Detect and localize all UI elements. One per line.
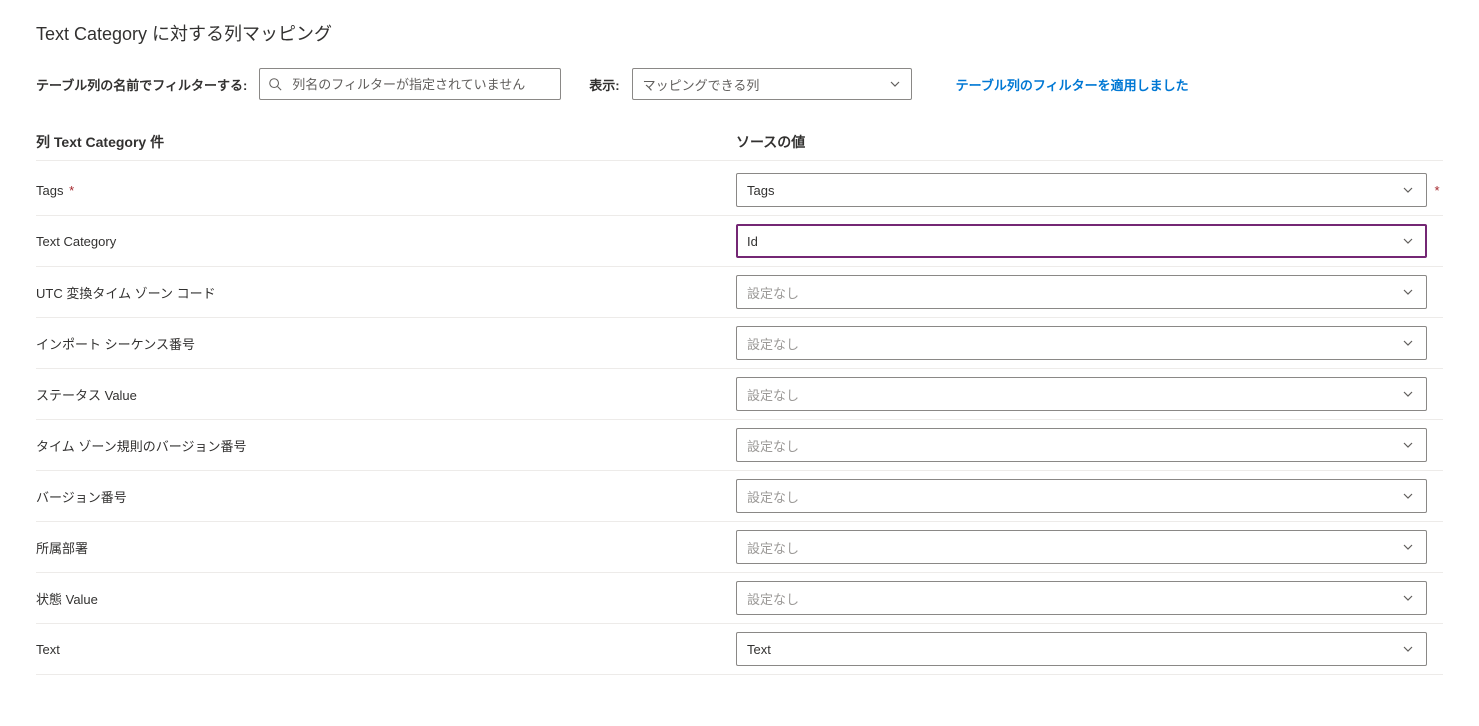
source-value-select-text: 設定なし <box>747 283 799 302</box>
source-value-select[interactable]: 設定なし <box>736 479 1427 513</box>
source-value-select[interactable]: 設定なし <box>736 275 1427 309</box>
source-value-select[interactable]: Id <box>736 224 1427 258</box>
mapping-row-value-cell: 設定なし <box>736 326 1443 360</box>
source-value-select[interactable]: 設定なし <box>736 530 1427 564</box>
mapping-row: タイム ゾーン規則のバージョン番号設定なし <box>36 420 1443 471</box>
mapping-row: UTC 変換タイム ゾーン コード設定なし <box>36 267 1443 318</box>
chevron-down-icon <box>1400 335 1416 351</box>
source-value-select-text: 設定なし <box>747 436 799 455</box>
source-value-select[interactable]: 設定なし <box>736 581 1427 615</box>
chevron-down-icon <box>1400 488 1416 504</box>
mapping-row-label: 状態 Value <box>36 585 736 612</box>
mapping-row-label: タイム ゾーン規則のバージョン番号 <box>36 432 736 459</box>
mapping-row-value-cell: 設定なし <box>736 377 1443 411</box>
filter-row: テーブル列の名前でフィルターする: 表示: マッピングできる列 テーブル列のフィ… <box>36 68 1443 100</box>
required-star-outer: * <box>1431 183 1443 198</box>
mapping-row-value-cell: 設定なし <box>736 581 1443 615</box>
mapping-row: 状態 Value 設定なし <box>36 573 1443 624</box>
source-value-select[interactable]: 設定なし <box>736 377 1427 411</box>
source-value-select-text: Id <box>747 234 758 249</box>
page-title: Text Category に対する列マッピング <box>36 20 1443 46</box>
mapping-row: Tags *Tags* <box>36 165 1443 216</box>
mapping-row-label: バージョン番号 <box>36 483 736 510</box>
mapping-row-value-cell: 設定なし <box>736 275 1443 309</box>
chevron-down-icon <box>887 76 903 92</box>
mapping-row-label: Text Category <box>36 230 736 253</box>
show-label: 表示: <box>589 75 619 94</box>
mapping-row-label: 所属部署 <box>36 534 736 561</box>
filter-applied-note: テーブル列のフィルターを適用しました <box>956 75 1189 94</box>
mapping-row-label: インポート シーケンス番号 <box>36 330 736 357</box>
column-mapping-page: Text Category に対する列マッピング テーブル列の名前でフィルターす… <box>0 0 1479 711</box>
mapping-row: 所属部署設定なし <box>36 522 1443 573</box>
mapping-row-value-cell: Tags * <box>736 173 1443 207</box>
header-source: ソースの値 <box>736 132 1443 152</box>
source-value-select-text: 設定なし <box>747 589 799 608</box>
source-value-select-text: 設定なし <box>747 538 799 557</box>
mapping-row-value-cell: Id <box>736 224 1443 258</box>
mapping-rows: Tags *Tags*Text CategoryIdUTC 変換タイム ゾーン … <box>36 165 1443 675</box>
show-mode-select-value: マッピングできる列 <box>643 75 760 94</box>
mapping-row: Text Text <box>36 624 1443 675</box>
mapping-row-value-cell: Text <box>736 632 1443 666</box>
mapping-row: ステータス Value 設定なし <box>36 369 1443 420</box>
chevron-down-icon <box>1400 641 1416 657</box>
chevron-down-icon <box>1400 539 1416 555</box>
source-value-select[interactable]: 設定なし <box>736 428 1427 462</box>
chevron-down-icon <box>1400 437 1416 453</box>
source-value-select-text: Text <box>747 642 771 657</box>
source-value-select[interactable]: Text <box>736 632 1427 666</box>
mapping-row-label: Text <box>36 638 736 661</box>
header-column: 列 Text Category 件 <box>36 132 736 152</box>
chevron-down-icon <box>1400 182 1416 198</box>
mapping-row-label: Tags * <box>36 179 736 202</box>
chevron-down-icon <box>1400 284 1416 300</box>
mapping-row: Text Category Id <box>36 216 1443 267</box>
source-value-select-text: 設定なし <box>747 487 799 506</box>
mapping-row: インポート シーケンス番号設定なし <box>36 318 1443 369</box>
chevron-down-icon <box>1400 386 1416 402</box>
mapping-row-value-cell: 設定なし <box>736 530 1443 564</box>
source-value-select-text: 設定なし <box>747 385 799 404</box>
show-mode-select[interactable]: マッピングできる列 <box>632 68 912 100</box>
mapping-row-label: ステータス Value <box>36 381 736 408</box>
filter-label: テーブル列の名前でフィルターする: <box>36 75 247 94</box>
mapping-row-label: UTC 変換タイム ゾーン コード <box>36 279 736 306</box>
mapping-row: バージョン番号設定なし <box>36 471 1443 522</box>
source-value-select-text: 設定なし <box>747 334 799 353</box>
column-name-filter-input[interactable] <box>290 69 560 99</box>
mapping-row-value-cell: 設定なし <box>736 428 1443 462</box>
chevron-down-icon <box>1400 590 1416 606</box>
mapping-row-value-cell: 設定なし <box>736 479 1443 513</box>
chevron-down-icon <box>1400 233 1416 249</box>
source-value-select-text: Tags <box>747 183 774 198</box>
required-star: * <box>65 183 74 198</box>
source-value-select[interactable]: Tags <box>736 173 1427 207</box>
column-name-filter-input-wrap[interactable] <box>259 68 561 100</box>
source-value-select[interactable]: 設定なし <box>736 326 1427 360</box>
search-icon <box>260 77 290 91</box>
mapping-headers: 列 Text Category 件 ソースの値 <box>36 124 1443 161</box>
